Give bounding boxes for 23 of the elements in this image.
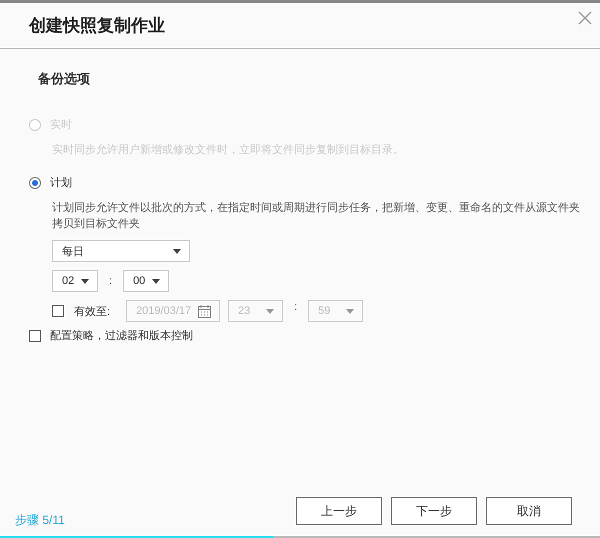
caret-icon [152,278,160,284]
caret-icon [346,308,354,314]
window-title: 创建快照复制作业 [29,15,165,37]
close-icon[interactable] [578,11,592,25]
dialog-button[interactable]: 取消 [486,497,572,525]
dialog-button[interactable]: 下一步 [391,497,477,525]
caret-icon [173,248,181,254]
hour-dropdown[interactable]: 02 [52,270,98,292]
minute-dropdown[interactable]: 00 [123,270,170,292]
option-description: 计划同步允许文件以批次的方式，在指定时间或周期进行同步任务，把新增、变更、重命名的文件从源文件夹拷贝到目标文件夹 [52,200,581,232]
caret-icon [266,308,274,314]
radio-label: 计划 [50,176,72,190]
section-title: 备份选项 [38,70,91,88]
radio-button[interactable] [29,176,41,188]
checkbox[interactable] [29,330,41,342]
time-separator: : [109,275,112,287]
checkbox-label: 配置策略，过滤器和版本控制 [50,329,193,343]
dialog-button[interactable]: 上一步 [296,497,382,525]
time-separator: : [294,301,298,313]
checkbox-label: 有效至: [74,304,110,318]
caret-icon [81,278,89,284]
frequency-dropdown[interactable]: 每日 [52,240,190,262]
step-indicator: 步骤 5/11 [15,512,65,529]
